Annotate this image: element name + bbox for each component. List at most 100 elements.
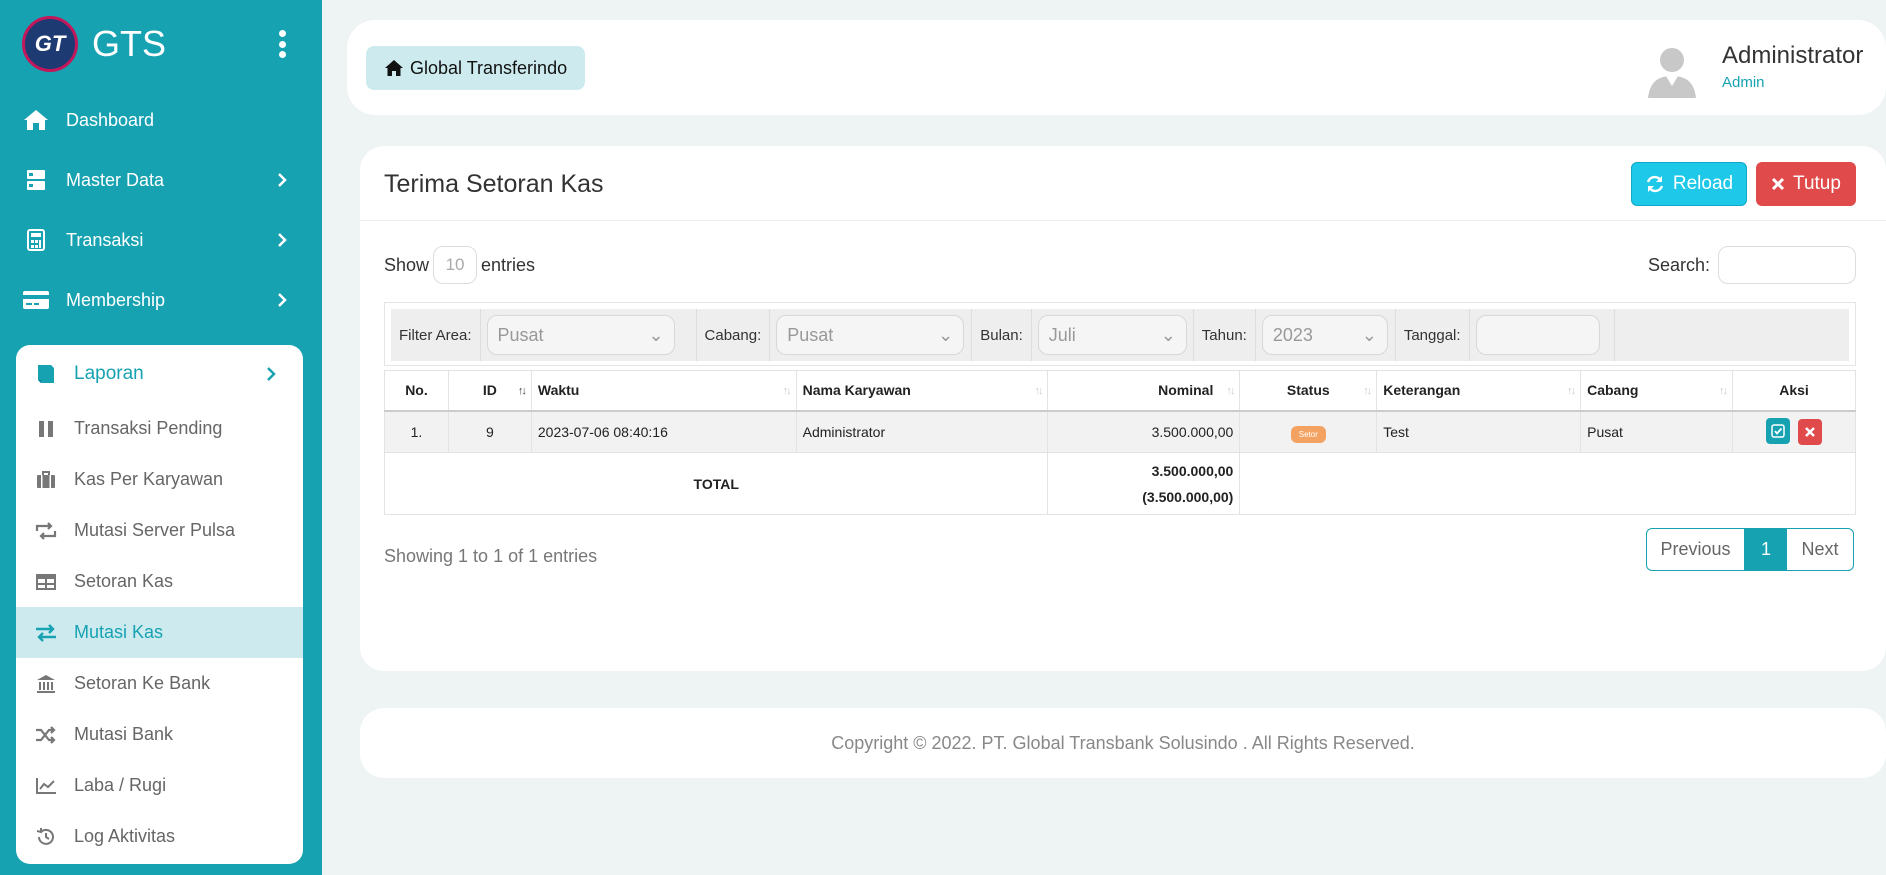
th-label: Cabang [1587, 382, 1639, 399]
filter-area-label: Filter Area: [391, 309, 481, 361]
table-info: Showing 1 to 1 of 1 entries [384, 546, 598, 566]
sidebar-item-membership[interactable]: Membership [22, 270, 302, 330]
cell-nama: Administrator [795, 410, 1049, 453]
filter-tanggal-label: Tanggal: [1396, 309, 1470, 361]
filter-bulan-label: Bulan: [972, 309, 1032, 361]
credit-card-icon [22, 286, 50, 314]
avatar[interactable] [1642, 40, 1702, 100]
user-role: Admin [1722, 74, 1765, 91]
sort-icon: ↑↓ [517, 385, 527, 397]
sidebar-item-label: Transaksi [66, 229, 144, 250]
brand: GT GTS [22, 16, 292, 72]
exchange-icon [34, 621, 58, 645]
page-length-select[interactable]: 10 [433, 246, 478, 284]
filter-tahun-value: 2023 [1272, 324, 1313, 345]
brand-name[interactable]: GTS [92, 23, 166, 65]
chevron-down-icon: ⌄ [1361, 324, 1377, 345]
sidebar-item-setoran-ke-bank[interactable]: Setoran Ke Bank [16, 658, 303, 709]
previous-button[interactable]: Previous [1647, 529, 1745, 570]
line-chart-icon [34, 774, 58, 798]
sidebar-item-label: Kas Per Karyawan [74, 469, 224, 489]
sidebar-item-mutasi-bank[interactable]: Mutasi Bank [16, 709, 303, 760]
user-name[interactable]: Administrator [1722, 42, 1863, 70]
sidebar-item-mutasi-kas[interactable]: Mutasi Kas [16, 607, 303, 658]
filter-cabang-select[interactable]: Pusat ⌄ [776, 315, 965, 355]
filter-tanggal-input[interactable] [1475, 315, 1600, 355]
chevron-right-icon [278, 233, 287, 247]
th-label: Nominal [1158, 382, 1214, 399]
sidebar-item-label: Mutasi Bank [74, 724, 174, 744]
status-badge: Setor [1290, 425, 1326, 443]
sidebar-item-label: Log Aktivitas [74, 826, 176, 846]
th-nominal[interactable]: Nominal ↑↓ [1047, 370, 1241, 412]
sidebar-item-mutasi-server-pulsa[interactable]: Mutasi Server Pulsa [16, 505, 303, 556]
filter-cabang-label: Cabang: [697, 309, 771, 361]
sidebar-item-transaksi-pending[interactable]: Transaksi Pending [16, 403, 303, 454]
sidebar-item-label: Setoran Ke Bank [74, 673, 211, 693]
total-label: TOTAL [383, 452, 1049, 515]
sort-icon: ↑↓ [1034, 385, 1043, 397]
th-status[interactable]: Status ↑↓ [1239, 370, 1378, 412]
show-label: Show [384, 254, 430, 275]
th-no[interactable]: No. [384, 370, 449, 412]
copyright-text: Copyright © 2022. PT. Global Transbank S… [831, 732, 1415, 753]
filter-area-select[interactable]: Pusat ⌄ [486, 315, 675, 355]
th-nama[interactable]: Nama Karyawan ↑↓ [795, 370, 1049, 412]
more-options-icon[interactable] [272, 26, 292, 62]
close-icon [1771, 177, 1785, 191]
sort-icon: ↑↓ [1226, 385, 1235, 397]
sort-icon: ↑↓ [1719, 385, 1728, 397]
sidebar-item-label: Membership [66, 289, 166, 310]
chevron-down-icon: ⌄ [648, 324, 664, 345]
close-button[interactable]: Tutup [1756, 162, 1856, 206]
chevron-right-icon [267, 367, 276, 381]
filter-bulan-select[interactable]: Juli ⌄ [1037, 315, 1187, 355]
cell-cabang: Pusat [1580, 410, 1733, 453]
cell-waktu: 2023-07-06 08:40:16 [530, 410, 797, 453]
sidebar-item-transaksi[interactable]: Transaksi [22, 210, 302, 270]
total-negative: (3.500.000,00) [1142, 488, 1234, 505]
sidebar-item-log-aktivitas[interactable]: Log Aktivitas [16, 811, 303, 862]
th-waktu[interactable]: Waktu ↑↓ [530, 370, 797, 412]
th-keterangan[interactable]: Keterangan ↑↓ [1376, 370, 1582, 412]
th-label: Nama Karyawan [802, 382, 911, 399]
sidebar-item-label: Master Data [66, 169, 165, 190]
breadcrumb-home[interactable]: Global Transferindo [366, 46, 586, 90]
card-header: Terima Setoran Kas Reload Tutup [360, 146, 1886, 221]
cell-keterangan: Test [1376, 410, 1582, 453]
sidebar-item-kas-per-karyawan[interactable]: Kas Per Karyawan [16, 454, 303, 505]
filter-cabang-value: Pusat [787, 324, 834, 345]
cell-nominal: 3.500.000,00 [1047, 410, 1241, 453]
sidebar-item-laba-rugi[interactable]: Laba / Rugi [16, 760, 303, 811]
next-button[interactable]: Next [1787, 529, 1853, 570]
calculator-icon [22, 226, 50, 254]
history-icon [34, 825, 58, 849]
page-1-button[interactable]: 1 [1745, 529, 1787, 570]
th-id[interactable]: ID ↑↓ [447, 370, 532, 412]
sidebar-item-dashboard[interactable]: Dashboard [22, 90, 302, 150]
book-icon [38, 365, 54, 383]
table-row: 1. 9 2023-07-06 08:40:16 Administrator 3… [384, 410, 1856, 453]
filter-tahun-label: Tahun: [1194, 309, 1256, 361]
reload-button[interactable]: Reload [1631, 162, 1747, 206]
close-label: Tutup [1793, 173, 1841, 194]
chevron-down-icon: ⌄ [1160, 324, 1176, 345]
filter-bulan-value: Juli [1048, 324, 1076, 345]
reject-button[interactable] [1797, 419, 1822, 446]
search-input[interactable] [1718, 246, 1857, 284]
sort-icon: ↑↓ [1363, 385, 1372, 397]
server-icon [22, 166, 50, 194]
sidebar-item-laporan[interactable]: Laporan [16, 345, 303, 403]
sort-icon: ↑↓ [1567, 385, 1576, 397]
brand-logo[interactable]: GT [22, 16, 78, 72]
th-cabang[interactable]: Cabang ↑↓ [1580, 370, 1733, 412]
pause-icon [34, 417, 58, 441]
page-title: Terima Setoran Kas [384, 170, 604, 198]
approve-button[interactable] [1766, 418, 1791, 445]
filter-tahun-select[interactable]: 2023 ⌄ [1261, 315, 1388, 355]
sidebar-item-master-data[interactable]: Master Data [22, 150, 302, 210]
total-empty [1239, 452, 1856, 515]
sidebar-item-setoran-kas[interactable]: Setoran Kas [16, 556, 303, 607]
footer: Copyright © 2022. PT. Global Transbank S… [360, 708, 1886, 778]
filter-area-value: Pusat [497, 324, 544, 345]
